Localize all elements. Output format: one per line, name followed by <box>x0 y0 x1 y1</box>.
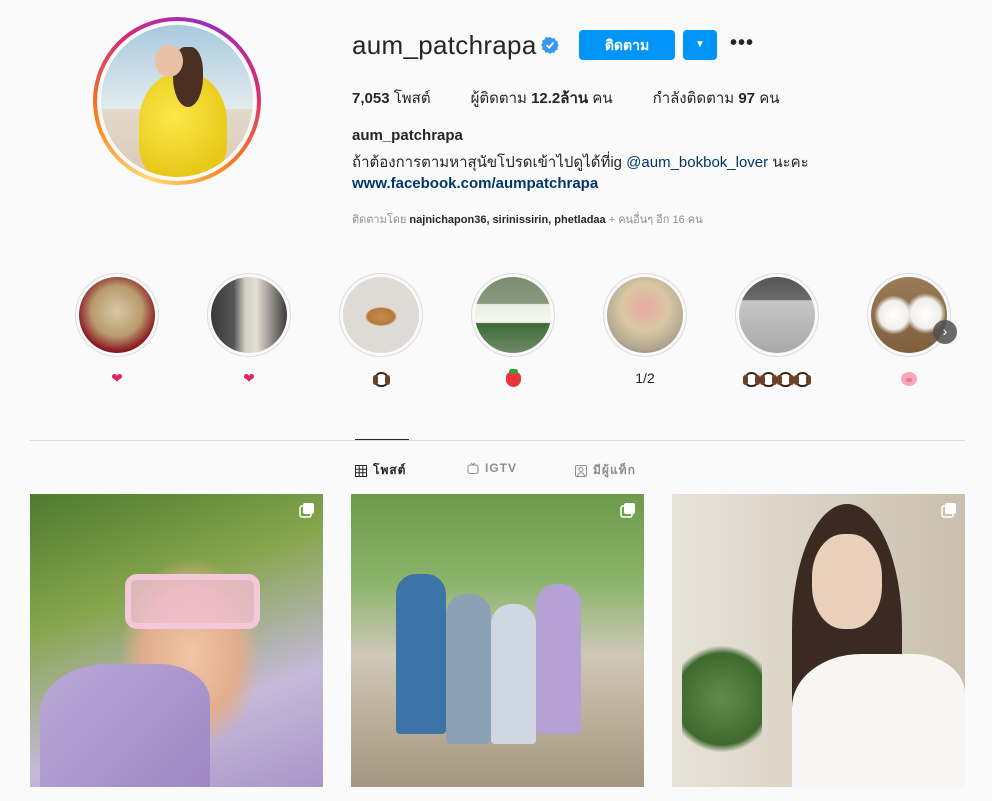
heart-icon: ❤ <box>243 370 255 386</box>
follow-dropdown-button[interactable]: ▼ <box>683 30 717 60</box>
post-sunglasses-shape <box>125 574 260 629</box>
profile-stats: 7,053 โพสต์ ผู้ติดตาม 12.2ล้าน คน กำลังต… <box>352 86 820 110</box>
post-outfit-shape <box>40 664 210 787</box>
post-face-shape <box>812 534 882 629</box>
story-highlight[interactable]: ❤ <box>75 273 159 387</box>
post-thumbnail[interactable] <box>351 494 644 787</box>
bio-mention-link[interactable]: @aum_bokbok_lover <box>626 154 768 171</box>
multiple-photos-icon <box>620 503 635 518</box>
post-thumbnail[interactable] <box>672 494 965 787</box>
tab-tagged[interactable]: มีผู้แท็ก <box>575 461 636 480</box>
strawberry-icon <box>505 368 521 387</box>
pig-face-icon <box>901 372 917 387</box>
profile-website-link[interactable]: www.facebook.com/aumpatchrapa <box>352 175 598 192</box>
tab-posts[interactable]: โพสต์ <box>355 461 406 480</box>
story-highlight[interactable] <box>471 273 555 387</box>
dog-face-icon <box>777 371 794 387</box>
dog-face-icon <box>760 371 777 387</box>
post-person-shape <box>491 604 536 744</box>
more-options-icon[interactable]: ••• <box>728 30 756 60</box>
igtv-icon <box>467 462 479 474</box>
highlight-cover <box>343 277 419 353</box>
post-person-shape <box>536 584 581 734</box>
profile-avatar[interactable] <box>93 17 261 185</box>
following-link[interactable]: กำลังติดตาม 97 คน <box>653 86 780 110</box>
posts-count: 7,053 โพสต์ <box>352 90 431 107</box>
highlight-cover <box>475 277 551 353</box>
highlight-cover <box>607 277 683 353</box>
highlight-cover <box>79 277 155 353</box>
followed-by-text[interactable]: ติดตามโดย najnichapon36, sirinissirin, p… <box>352 210 703 228</box>
story-highlight[interactable]: ❤ <box>207 273 291 387</box>
profile-full-name: aum_patchrapa <box>352 127 463 144</box>
story-highlight[interactable] <box>339 273 423 387</box>
dog-face-icon <box>743 371 760 387</box>
heart-icon: ❤ <box>111 370 123 386</box>
highlight-cover <box>871 277 947 353</box>
story-highlight[interactable]: 1/2 <box>603 273 687 387</box>
post-shirt-shape <box>792 654 965 787</box>
multiple-photos-icon <box>941 503 956 518</box>
highlight-cover <box>211 277 287 353</box>
post-plant-shape <box>682 634 762 764</box>
multiple-photos-icon <box>299 503 314 518</box>
post-person-shape <box>396 574 446 734</box>
followers-link[interactable]: ผู้ติดตาม 12.2ล้าน คน <box>471 86 613 110</box>
tabs-divider <box>30 440 965 441</box>
post-thumbnail[interactable] <box>30 494 323 787</box>
active-tab-indicator <box>355 439 409 440</box>
highlights-next-icon[interactable]: › <box>933 320 957 344</box>
highlight-cover <box>739 277 815 353</box>
follow-button[interactable]: ติดตาม <box>579 30 675 60</box>
avatar-photo <box>101 25 253 177</box>
verified-badge-icon <box>541 36 559 54</box>
tagged-icon <box>575 464 587 477</box>
profile-username: aum_patchrapa <box>352 30 537 60</box>
grid-icon <box>355 464 367 477</box>
dog-face-icon <box>794 371 811 387</box>
story-highlight[interactable] <box>735 273 819 387</box>
dog-face-icon <box>372 371 390 387</box>
highlight-label: 1/2 <box>635 370 655 386</box>
post-person-shape <box>446 594 491 744</box>
profile-bio: ถ้าต้องการตามหาสุนัขโปรดเข้าไปดูได้ที่ig… <box>352 154 809 171</box>
tab-igtv[interactable]: IGTV <box>467 461 517 475</box>
